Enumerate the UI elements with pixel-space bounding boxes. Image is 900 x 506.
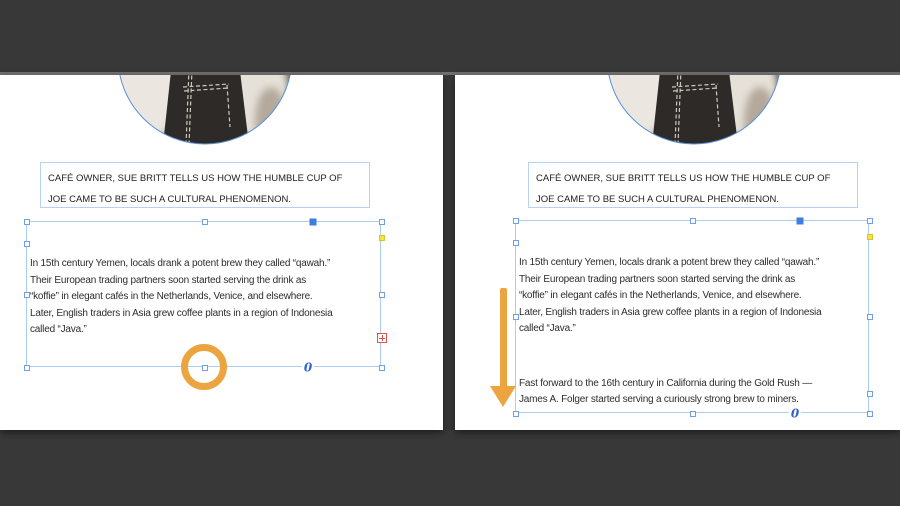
paragraph-2: Fast forward to the 16th century in Cali… — [519, 377, 813, 406]
page-before: CAFÉ OWNER, SUE BRITT TELLS US HOW THE H… — [0, 75, 443, 430]
page-after: CAFÉ OWNER, SUE BRITT TELLS US HOW THE H… — [455, 75, 900, 430]
resize-handle-top-left[interactable] — [513, 218, 519, 224]
resize-handle-bottom-right[interactable] — [379, 365, 385, 371]
circular-photo-frame[interactable] — [117, 75, 293, 145]
resize-handle-top-right[interactable] — [379, 219, 385, 225]
body-text: In 15th century Yemen, locals drank a po… — [516, 221, 868, 412]
anchor-handle[interactable] — [309, 218, 317, 226]
resize-handle-top-center[interactable] — [202, 219, 208, 225]
resize-handle-top-center[interactable] — [690, 218, 696, 224]
body-text-frame-after[interactable]: In 15th century Yemen, locals drank a po… — [513, 217, 873, 420]
resize-handle-bottom-right[interactable] — [867, 411, 873, 417]
overset-text-icon[interactable] — [377, 333, 387, 343]
resize-handle-bottom-center[interactable] — [690, 411, 696, 417]
before-after-tutorial-screenshot: CAFÉ OWNER, SUE BRITT TELLS US HOW THE H… — [0, 0, 900, 506]
resize-handle-bottom-left[interactable] — [24, 365, 30, 371]
resize-handle-mid-left[interactable] — [24, 292, 30, 298]
caption-text-frame[interactable]: CAFÉ OWNER, SUE BRITT TELLS US HOW THE H… — [40, 162, 370, 208]
barista-photo — [118, 75, 292, 145]
barista-photo — [607, 75, 781, 145]
paragraph-1: In 15th century Yemen, locals drank a po… — [519, 257, 822, 334]
caption-text-frame[interactable]: CAFÉ OWNER, SUE BRITT TELLS US HOW THE H… — [528, 162, 858, 208]
resize-handle-bottom-left[interactable] — [513, 411, 519, 417]
resize-handle-mid-right[interactable] — [379, 292, 385, 298]
ornament-zero: 0 — [301, 360, 315, 375]
caption-text: CAFÉ OWNER, SUE BRITT TELLS US HOW THE H… — [536, 173, 831, 205]
circular-photo-frame[interactable] — [606, 75, 782, 145]
down-arrow-head — [490, 386, 516, 407]
corner-radius-handle[interactable] — [379, 235, 385, 241]
paragraph-1: In 15th century Yemen, locals drank a po… — [30, 258, 333, 335]
resize-handle-mid-right[interactable] — [867, 314, 873, 320]
in-port[interactable] — [24, 241, 30, 247]
ornament-zero: 0 — [788, 406, 802, 421]
down-arrow-annotation — [490, 288, 516, 408]
caption-text: CAFÉ OWNER, SUE BRITT TELLS US HOW THE H… — [48, 173, 343, 205]
resize-handle-top-left[interactable] — [24, 219, 30, 225]
corner-radius-handle[interactable] — [867, 234, 873, 240]
highlight-ring-annotation — [181, 344, 227, 390]
down-arrow-shaft — [499, 288, 507, 388]
in-port[interactable] — [513, 240, 519, 246]
out-port[interactable] — [867, 391, 873, 397]
resize-handle-top-right[interactable] — [867, 218, 873, 224]
anchor-handle[interactable] — [796, 217, 804, 225]
